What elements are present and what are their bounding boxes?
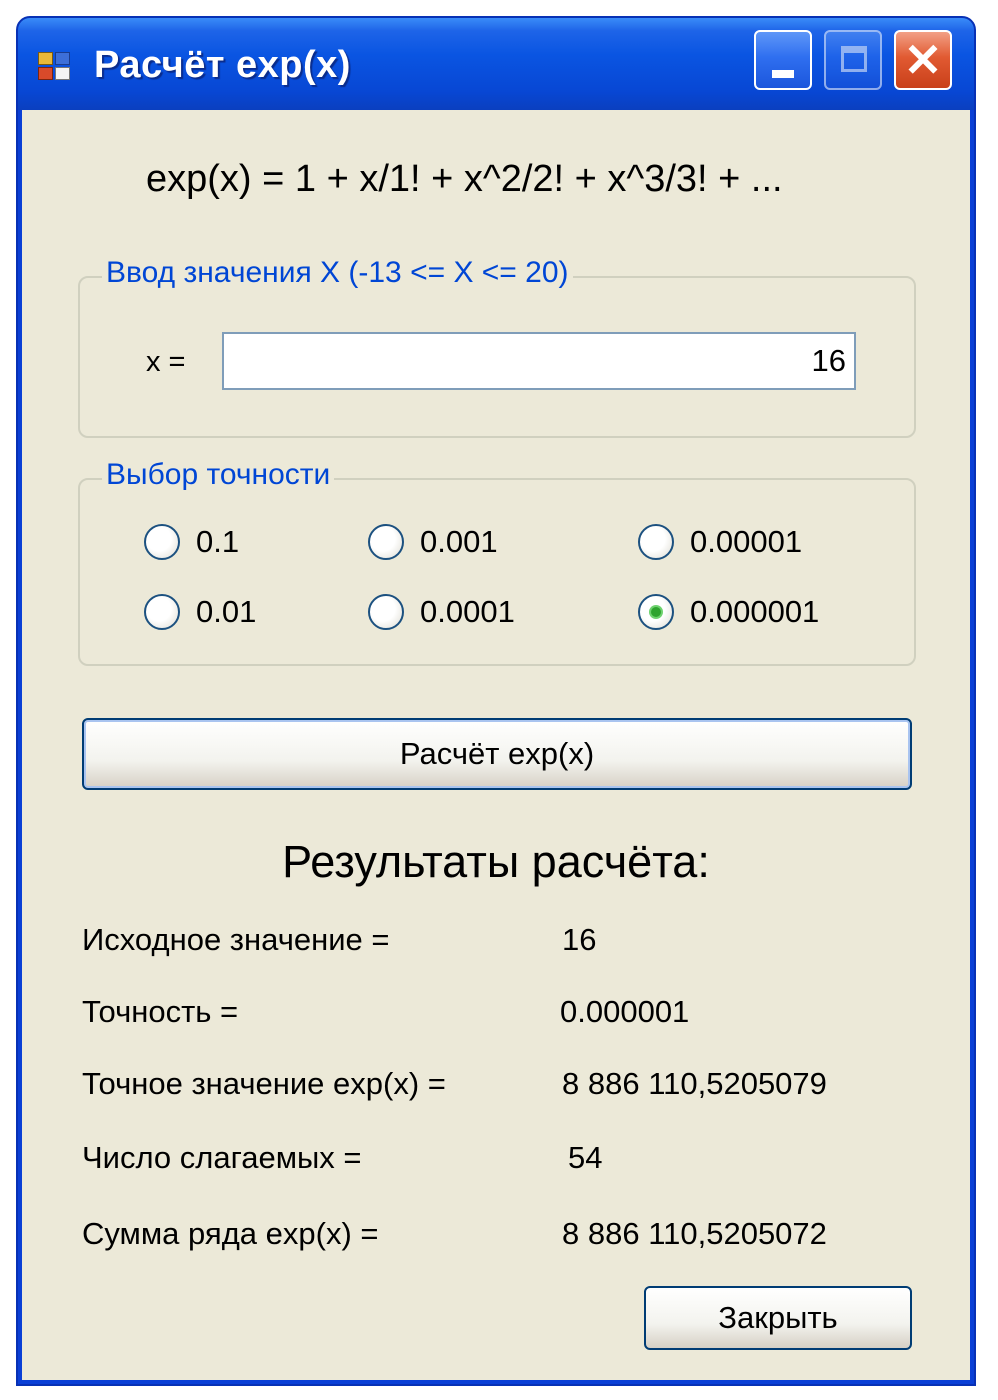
x-label: x =: [146, 346, 186, 378]
maximize-button: [824, 30, 882, 90]
radio-label: 0.0001: [420, 594, 515, 629]
close-window-button[interactable]: ✕: [894, 30, 952, 90]
title-bar[interactable]: Расчёт exp(x) ✕: [18, 18, 974, 110]
window-title: Расчёт exp(x): [94, 44, 351, 86]
radio-label: 0.1: [196, 524, 240, 559]
close-icon: ✕: [903, 34, 943, 86]
radio-circle: [368, 524, 404, 560]
form-client-area: exp(x) = 1 + x/1! + x^2/2! + x^3/3! + ..…: [22, 110, 970, 1380]
radio-circle: [144, 524, 180, 560]
radio-circle: [638, 524, 674, 560]
radio-label: 0.001: [420, 524, 498, 559]
precision-groupbox: Выбор точности 0.1 0.01 0.001 0.0001 0.0…: [78, 458, 916, 666]
calculate-button[interactable]: Расчёт exp(x): [82, 718, 912, 790]
radio-label: 0.01: [196, 594, 257, 629]
exact-value-label: Точное значение exp(x) =: [82, 1066, 446, 1101]
radio-label: 0.000001: [690, 594, 820, 629]
series-sum-label: Сумма ряда exp(x) =: [82, 1216, 379, 1251]
radio-circle: [638, 594, 674, 630]
exact-value: 8 886 110,5205079: [562, 1066, 827, 1101]
initial-value-label: Исходное значение =: [82, 922, 390, 957]
radio-circle: [144, 594, 180, 630]
radio-circle: [368, 594, 404, 630]
maximize-icon: [841, 46, 867, 72]
input-groupbox: Ввод значения X (-13 <= X <= 20) x =: [78, 256, 916, 438]
radio-selected-dot: [651, 607, 661, 617]
results-title: Результаты расчёта:: [282, 836, 710, 887]
app-icon: [38, 52, 72, 82]
terms-count-value: 54: [568, 1140, 603, 1175]
series-formula: exp(x) = 1 + x/1! + x^2/2! + x^3/3! + ..…: [146, 158, 783, 200]
precision-label: Точность =: [82, 994, 239, 1029]
close-button[interactable]: Закрыть: [644, 1286, 912, 1350]
minimize-button[interactable]: [754, 30, 812, 90]
x-input[interactable]: [222, 332, 856, 390]
radio-label: 0.00001: [690, 524, 803, 559]
precision-group-legend: Выбор точности: [102, 458, 335, 492]
initial-value: 16: [562, 922, 597, 957]
minimize-icon: [772, 70, 794, 78]
precision-value: 0.000001: [560, 994, 690, 1029]
app-window: Расчёт exp(x) ✕ exp(x) = 1 + x/1! + x^2/…: [16, 16, 976, 1386]
terms-count-label: Число слагаемых =: [82, 1140, 362, 1175]
input-group-legend: Ввод значения X (-13 <= X <= 20): [102, 256, 573, 290]
series-sum-value: 8 886 110,5205072: [562, 1216, 827, 1251]
